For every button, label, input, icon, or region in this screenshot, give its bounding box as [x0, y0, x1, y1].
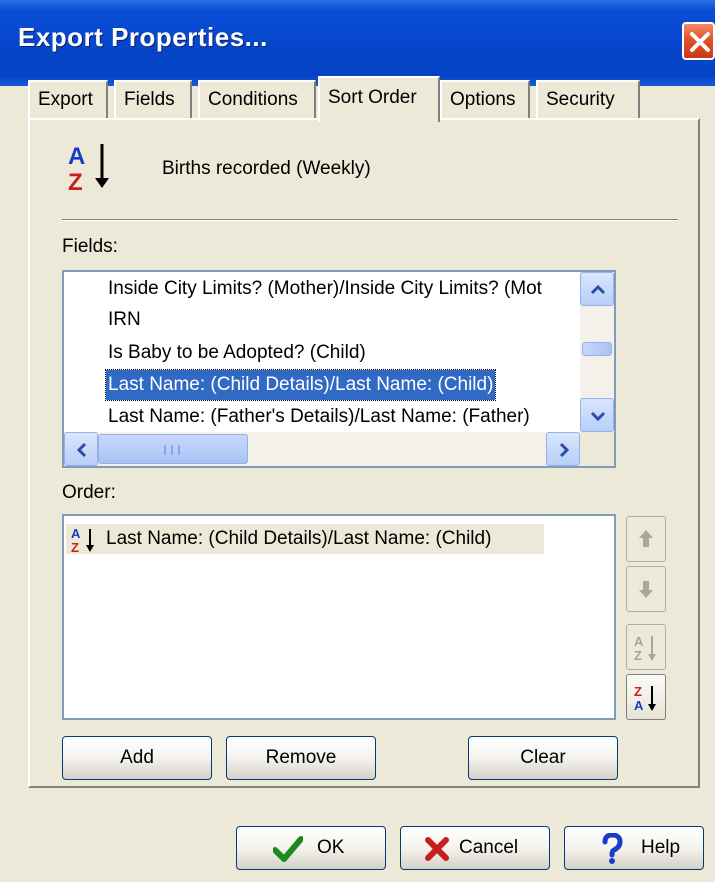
order-label: Order:: [62, 482, 116, 503]
chevron-down-icon: [590, 411, 606, 422]
svg-text:Z: Z: [71, 540, 79, 554]
cancel-button[interactable]: Cancel: [400, 826, 550, 870]
chevron-up-icon: [590, 284, 606, 295]
sort-ascending-button[interactable]: A Z: [626, 624, 666, 670]
svg-text:A: A: [71, 526, 81, 541]
tab-fields[interactable]: Fields: [114, 80, 192, 118]
tab-export[interactable]: Export: [28, 80, 108, 118]
order-item-label: Last Name: (Child Details)/Last Name: (C…: [106, 528, 492, 549]
help-question-icon: [602, 833, 623, 864]
list-item-selected[interactable]: Last Name: (Child Details)/Last Name: (C…: [104, 369, 497, 401]
svg-text:A: A: [68, 143, 85, 170]
tab-conditions[interactable]: Conditions: [198, 80, 316, 118]
sort-descending-button[interactable]: Z A: [626, 674, 666, 720]
scroll-right-button[interactable]: [546, 432, 580, 466]
x-icon: [425, 837, 449, 861]
vertical-scrollbar[interactable]: [580, 272, 614, 432]
scroll-up-button[interactable]: [580, 272, 614, 306]
scroll-down-button[interactable]: [580, 398, 614, 432]
chevron-left-icon: [76, 442, 87, 458]
tab-security[interactable]: Security: [536, 80, 640, 118]
svg-text:Z: Z: [634, 648, 642, 663]
fields-label: Fields:: [62, 236, 118, 257]
window-title: Export Properties...: [18, 22, 268, 52]
move-up-button[interactable]: [626, 516, 666, 562]
horizontal-scroll-thumb[interactable]: [98, 434, 248, 464]
svg-text:A: A: [634, 698, 644, 713]
sort-za-icon: Z A: [634, 684, 656, 713]
help-label: Help: [641, 837, 681, 858]
sort-az-icon: A Z: [68, 143, 109, 196]
arrow-down-icon: [639, 581, 653, 598]
help-button[interactable]: Help: [564, 826, 704, 870]
ok-label: OK: [317, 837, 345, 858]
list-item[interactable]: Inside City Limits? (Mother)/Inside City…: [108, 274, 542, 304]
svg-text:A: A: [634, 634, 644, 649]
cancel-label: Cancel: [459, 837, 519, 858]
order-list[interactable]: A Z Last Name: (Child Details)/Last Name…: [62, 514, 616, 720]
list-item[interactable]: A Z Last Name: (Child Details)/Last Name…: [66, 524, 544, 554]
move-down-button[interactable]: [626, 566, 666, 612]
report-name: Births recorded (Weekly): [162, 158, 371, 179]
chevron-right-icon: [559, 442, 570, 458]
ok-button[interactable]: OK: [236, 826, 386, 870]
scroll-left-button[interactable]: [64, 432, 98, 466]
fields-list[interactable]: Inside City Limits? (Mother)/Inside City…: [62, 270, 616, 468]
svg-text:Z: Z: [68, 169, 83, 196]
tab-options[interactable]: Options: [440, 80, 530, 118]
horizontal-scrollbar[interactable]: [64, 432, 580, 466]
separator: [62, 219, 678, 221]
close-icon: [690, 32, 710, 52]
title-bar: Export Properties...: [0, 0, 715, 86]
checkmark-icon: [273, 836, 303, 862]
vertical-scroll-thumb[interactable]: [582, 342, 612, 356]
svg-text:Z: Z: [634, 684, 642, 699]
remove-button[interactable]: Remove: [226, 736, 376, 780]
close-button[interactable]: [682, 22, 715, 60]
clear-button[interactable]: Clear: [468, 736, 618, 780]
sort-az-icon: A Z: [71, 526, 94, 554]
sort-az-icon: A Z: [634, 634, 656, 663]
add-button[interactable]: Add: [62, 736, 212, 780]
scrollbar-corner: [580, 432, 614, 466]
list-item[interactable]: Is Baby to be Adopted? (Child): [108, 338, 366, 368]
tab-sort-order[interactable]: Sort Order: [318, 76, 440, 122]
list-item[interactable]: IRN: [108, 305, 141, 335]
arrow-up-icon: [639, 530, 653, 547]
list-item[interactable]: Last Name: (Father's Details)/Last Name:…: [108, 402, 530, 432]
